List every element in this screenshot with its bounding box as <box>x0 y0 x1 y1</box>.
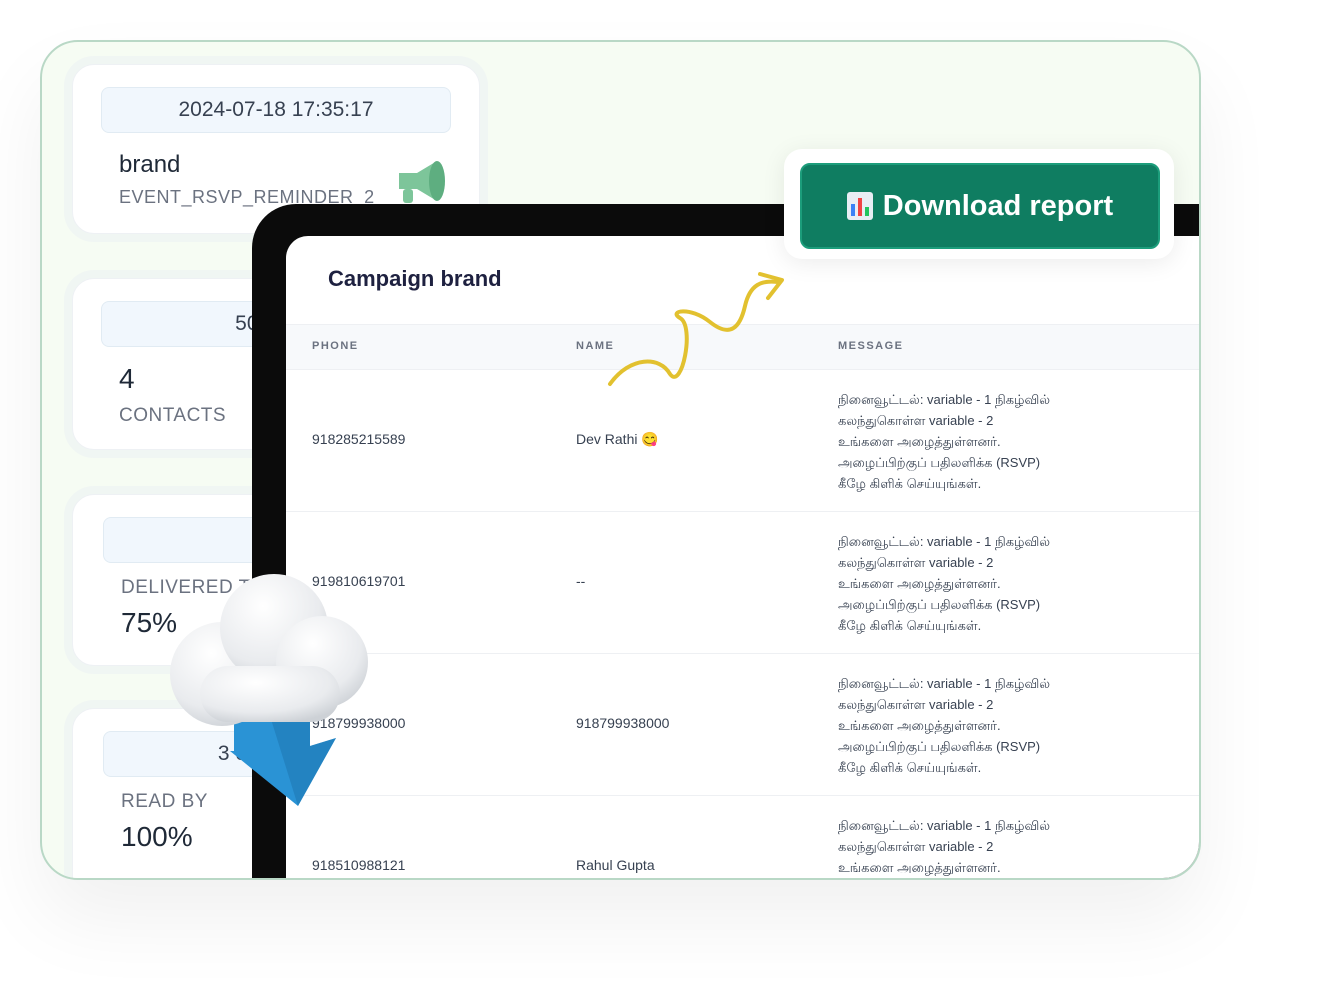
download-button-wrapper: Download report <box>784 149 1174 259</box>
bar-chart-icon <box>846 192 873 220</box>
message-cell: நினைவூட்டல்: variable - 1 நிகழ்வில் கலந்… <box>838 818 1051 875</box>
brand-name: brand <box>119 151 181 178</box>
megaphone-icon <box>399 161 445 203</box>
column-phone: PHONE <box>312 340 359 352</box>
name-cell: Rahul Gupta <box>576 857 655 873</box>
read-value: 100% <box>121 821 193 852</box>
table-row[interactable]: 919810619701 -- நினைவூட்டல்: variable - … <box>286 511 1199 654</box>
phone-cell: 918510988121 <box>312 857 406 873</box>
squiggle-arrow-icon <box>608 272 784 386</box>
timestamp-pill: 2024-07-18 17:35:17 <box>101 87 451 133</box>
table-row[interactable]: 918799938000 918799938000 நினைவூட்டல்: v… <box>286 653 1199 796</box>
download-report-label: Download report <box>882 189 1114 222</box>
phone-cell: 918285215589 <box>312 431 406 447</box>
message-cell: நினைவூட்டல்: variable - 1 நிகழ்வில் கலந்… <box>838 534 1051 633</box>
name-cell: 918799938000 <box>576 715 670 731</box>
campaign-title: Campaign brand <box>328 266 502 291</box>
contacts-count: 4 <box>119 363 135 394</box>
message-cell: நினைவூட்டல்: variable - 1 நிகழ்வில் கலந்… <box>838 392 1051 491</box>
name-cell: -- <box>576 573 586 589</box>
contacts-label: CONTACTS <box>119 405 227 426</box>
download-report-button[interactable]: Download report <box>800 163 1160 249</box>
column-message: MESSAGE <box>838 340 904 352</box>
cloud-download-icon <box>170 574 368 806</box>
message-cell: நினைவூட்டல்: variable - 1 நிகழ்வில் கலந்… <box>838 676 1051 775</box>
table-row[interactable]: 918510988121 Rahul Gupta நினைவூட்டல்: va… <box>286 795 1199 878</box>
name-cell: Dev Rathi 😋 <box>576 431 659 447</box>
